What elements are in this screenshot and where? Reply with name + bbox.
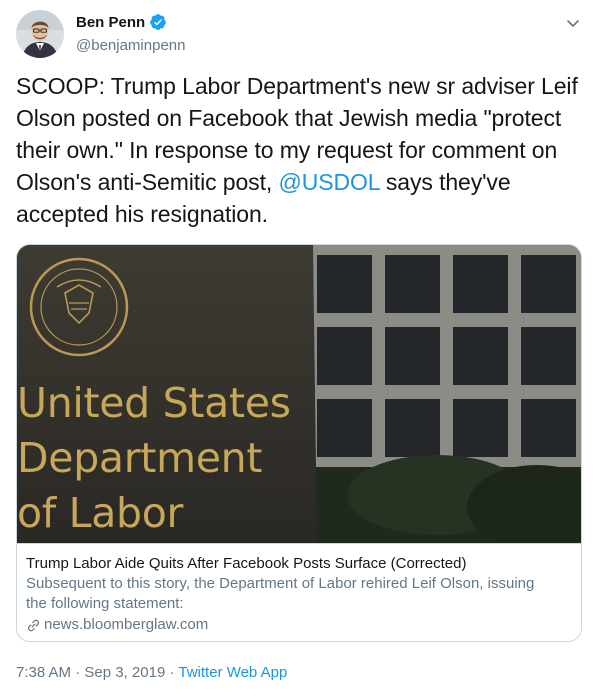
verified-badge-icon xyxy=(149,13,167,31)
link-icon xyxy=(28,619,39,631)
tweet-text-segment: says they've xyxy=(379,169,511,195)
tweet-date[interactable]: Sep 3, 2019 xyxy=(84,664,165,681)
sign-text-line: United States xyxy=(17,379,291,427)
tweet-text-line: their own." In response to my request fo… xyxy=(16,137,558,163)
link-card[interactable]: United States Department of Labor Trump … xyxy=(16,244,582,642)
chevron-down-icon[interactable] xyxy=(564,14,582,32)
tweet-time[interactable]: 7:38 AM xyxy=(16,664,71,681)
card-description-line: Subsequent to this story, the Department… xyxy=(26,575,535,592)
mention-link[interactable]: @USDOL xyxy=(278,169,379,195)
card-description-line: the following statement: xyxy=(26,595,184,612)
author-handle[interactable]: @benjaminpenn xyxy=(76,37,185,54)
card-description: Subsequent to this story, the Department… xyxy=(26,574,574,614)
tweet-text-line: Olson posted on Facebook that Jewish med… xyxy=(16,105,562,131)
tweet: Ben Penn @benjaminpenn SCOOP: Trump Labo… xyxy=(0,0,598,700)
sign-text-line: Department xyxy=(17,434,263,482)
tweet-meta: 7:38 AM · Sep 3, 2019 · Twitter Web App xyxy=(16,664,287,681)
card-domain[interactable]: news.bloomberglaw.com xyxy=(26,615,574,635)
card-title[interactable]: Trump Labor Aide Quits After Facebook Po… xyxy=(26,554,574,574)
tweet-text-line: Olson's anti-Semitic post, @USDOL says t… xyxy=(16,166,582,198)
avatar[interactable] xyxy=(16,10,64,58)
tweet-text-line: accepted his resignation. xyxy=(16,201,268,227)
tweet-source-app[interactable]: Twitter Web App xyxy=(178,664,287,681)
meta-separator: · xyxy=(71,664,85,681)
card-image: United States Department of Labor xyxy=(17,245,581,543)
sign-text: United States Department of Labor xyxy=(17,376,291,541)
author-name[interactable]: Ben Penn xyxy=(76,14,145,31)
tweet-text-line: SCOOP: Trump Labor Department's new sr a… xyxy=(16,73,578,99)
author-block: Ben Penn @benjaminpenn xyxy=(76,12,185,55)
tweet-text-segment: Olson's anti-Semitic post, xyxy=(16,169,279,195)
card-body: Trump Labor Aide Quits After Facebook Po… xyxy=(17,543,581,635)
sign-text-line: of Labor xyxy=(17,489,184,537)
tweet-text: SCOOP: Trump Labor Department's new sr a… xyxy=(16,70,582,230)
meta-separator: · xyxy=(165,664,179,681)
avatar-photo xyxy=(16,10,64,58)
card-domain-text: news.bloomberglaw.com xyxy=(44,616,209,633)
